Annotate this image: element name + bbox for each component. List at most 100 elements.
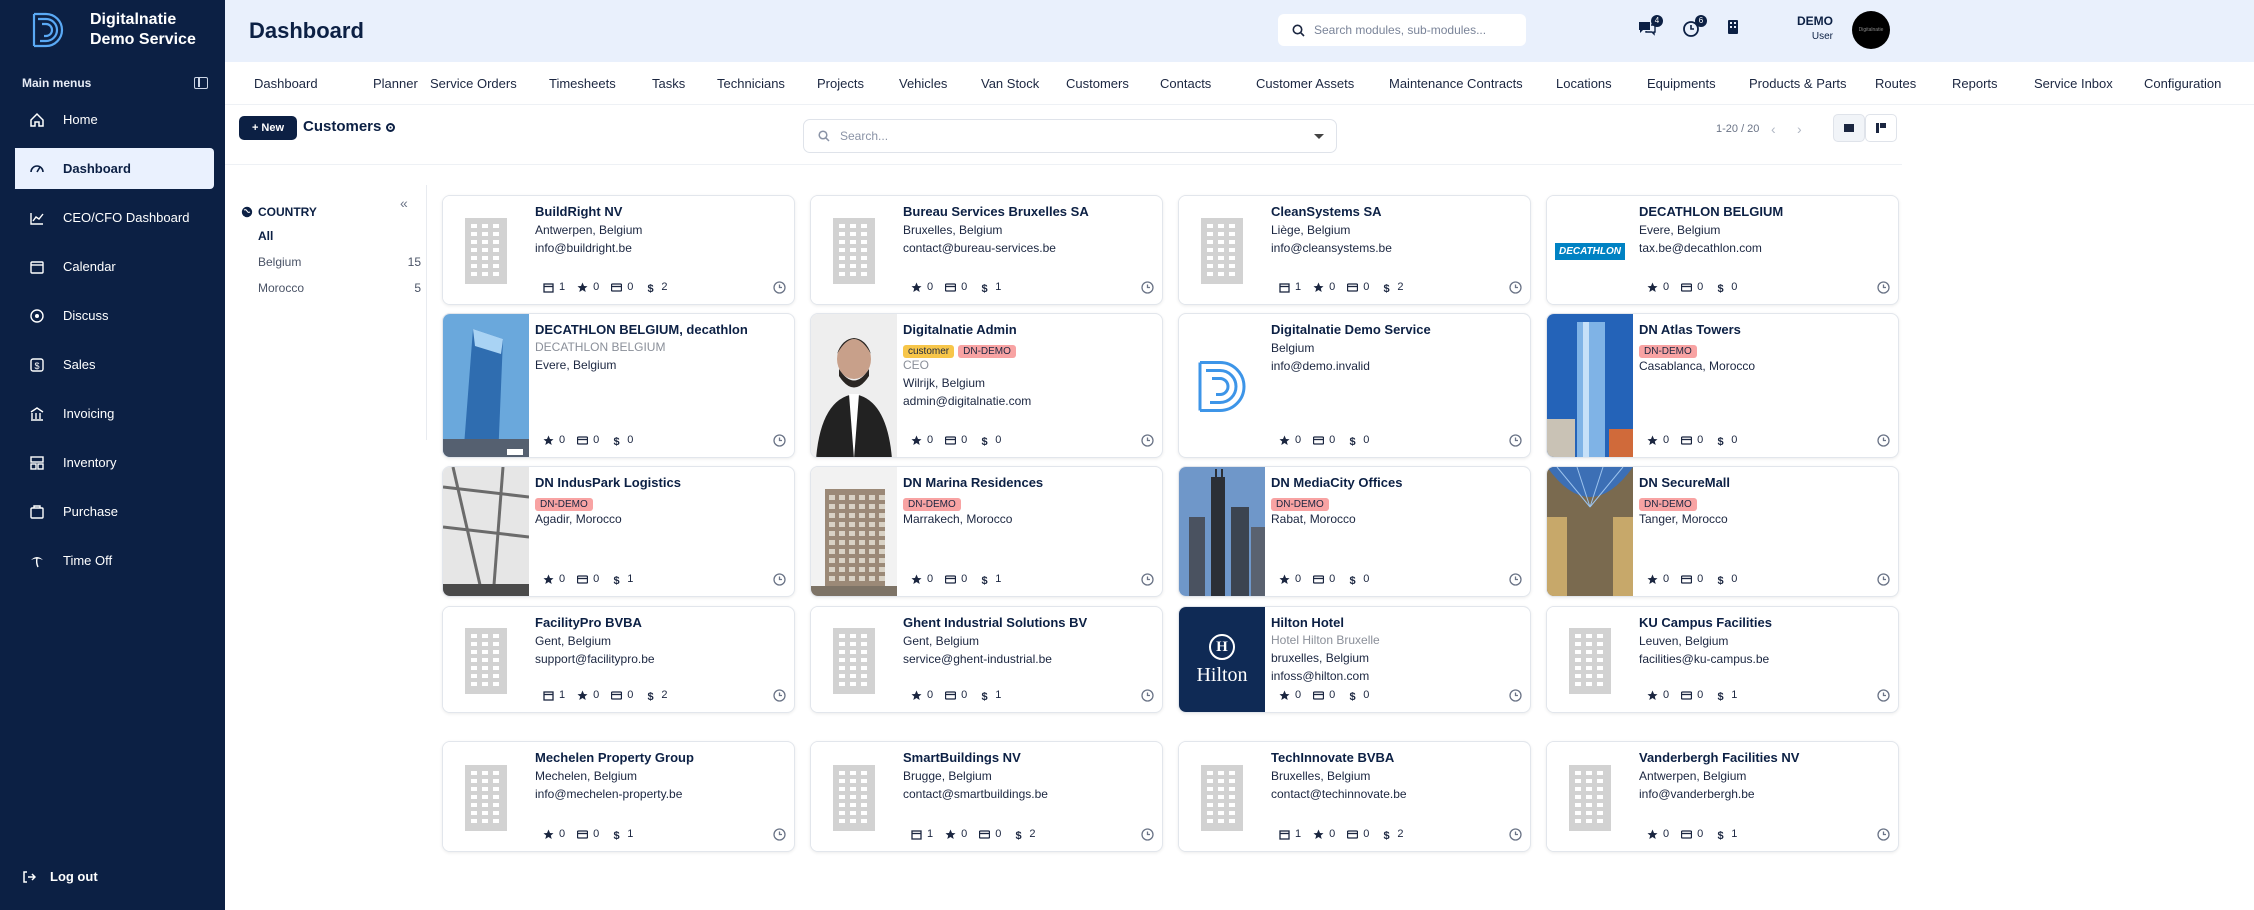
activity-clock-icon[interactable]	[773, 689, 786, 702]
menu-item-service-inbox[interactable]: Service Inbox	[2034, 76, 2113, 91]
sidebar-item-calendar[interactable]: Calendar	[11, 246, 214, 287]
activity-clock-icon[interactable]	[1509, 281, 1522, 294]
menu-item-contacts[interactable]: Contacts	[1160, 76, 1211, 91]
activity-clock-icon[interactable]	[1141, 573, 1154, 586]
list-view-button[interactable]	[1865, 114, 1897, 142]
pager-prev-icon[interactable]: ‹	[1771, 121, 1776, 137]
activity-clock-icon[interactable]	[1877, 434, 1890, 447]
pager-next-icon[interactable]: ›	[1797, 121, 1802, 137]
sidebar-item-purchase[interactable]: Purchase	[11, 491, 214, 532]
sidebar-item-ceo-cfo-dashboard[interactable]: CEO/CFO Dashboard	[11, 197, 214, 238]
activity-button[interactable]: 6	[1681, 15, 1707, 40]
customer-card[interactable]: DECATHLON DECATHLON BELGIUM Evere, Belgium…	[1546, 195, 1899, 305]
company-button[interactable]	[1725, 18, 1747, 40]
menu-item-technicians[interactable]: Technicians	[717, 76, 785, 91]
menu-item-projects[interactable]: Projects	[817, 76, 864, 91]
menu-item-service-orders[interactable]: Service Orders	[430, 76, 517, 91]
sidebar-item-sales[interactable]: $ Sales	[11, 344, 214, 385]
stat-dollar: $1	[979, 281, 1002, 293]
stat-value: 0	[1363, 573, 1370, 585]
customer-card[interactable]: Digitalnatie Admin customer DN-DEMO CEO Wilr…	[810, 313, 1163, 458]
user-menu[interactable]: DEMO User	[1797, 14, 1833, 44]
menu-item-products-parts[interactable]: Products & Parts	[1749, 76, 1847, 91]
sidebar-item-discuss[interactable]: Discuss	[11, 295, 214, 336]
activity-clock-icon[interactable]	[1877, 828, 1890, 841]
activity-clock-icon[interactable]	[1509, 573, 1522, 586]
customer-card[interactable]: TechInnovate BVBA Bruxelles, Belgium conta…	[1178, 741, 1531, 852]
menu-item-equipments[interactable]: Equipments	[1647, 76, 1716, 91]
messages-button[interactable]: 4	[1637, 15, 1663, 40]
activity-clock-icon[interactable]	[773, 281, 786, 294]
customer-card[interactable]: DN IndusPark Logistics DN-DEMO Agadir, Mor…	[442, 466, 795, 597]
menu-item-maintenance-contracts[interactable]: Maintenance Contracts	[1389, 76, 1523, 91]
customer-card[interactable]: DN Atlas Towers DN-DEMO Casablanca, Morocc…	[1546, 313, 1899, 458]
activity-clock-icon[interactable]	[1509, 828, 1522, 841]
stat-value: 0	[593, 281, 600, 293]
customer-card[interactable]: DN MediaCity Offices DN-DEMO Rabat, Morocc…	[1178, 466, 1531, 597]
global-search-input[interactable]: Search modules, sub-modules...	[1278, 14, 1526, 46]
activity-clock-icon[interactable]	[1509, 434, 1522, 447]
menu-item-routes[interactable]: Routes	[1875, 76, 1916, 91]
customer-card[interactable]: FacilityPro BVBA Gent, Belgium support@fac…	[442, 606, 795, 713]
customer-card[interactable]: KU Campus Facilities Leuven, Belgium facil…	[1546, 606, 1899, 713]
search-input[interactable]: Search...	[803, 119, 1337, 153]
menu-item-reports[interactable]: Reports	[1952, 76, 1998, 91]
sidebar-item-inventory[interactable]: Inventory	[11, 442, 214, 483]
activity-clock-icon[interactable]	[1141, 828, 1154, 841]
filter-morocco[interactable]: Morocco 5	[241, 281, 421, 307]
menu-item-configuration[interactable]: Configuration	[2144, 76, 2221, 91]
menu-item-locations[interactable]: Locations	[1556, 76, 1612, 91]
activity-clock-icon[interactable]	[1509, 689, 1522, 702]
activity-clock-icon[interactable]	[773, 828, 786, 841]
sidebar-item-home[interactable]: Home	[11, 99, 214, 140]
customer-card[interactable]: Ghent Industrial Solutions BV Gent, Belgi…	[810, 606, 1163, 713]
tag-badge: DN-DEMO	[1271, 498, 1329, 511]
activity-clock-icon[interactable]	[1877, 689, 1890, 702]
collapse-filter-icon[interactable]: «	[400, 195, 408, 211]
sidebar-item-label: Purchase	[63, 504, 118, 519]
menu-item-timesheets[interactable]: Timesheets	[549, 76, 616, 91]
customer-card[interactable]: DECATHLON BELGIUM, decathlon DECATHLON BE…	[442, 313, 795, 458]
logout-button[interactable]: Log out	[22, 869, 98, 884]
customer-card[interactable]: H Hilton Hilton Hotel Hotel Hilton Bruxelle…	[1178, 606, 1531, 713]
new-button[interactable]: + New	[239, 116, 297, 140]
menu-item-tasks[interactable]: Tasks	[652, 76, 685, 91]
menu-item-customer-assets[interactable]: Customer Assets	[1256, 76, 1354, 91]
menu-item-customers[interactable]: Customers	[1066, 76, 1129, 91]
sidebar-item-dashboard[interactable]: Dashboard	[11, 148, 214, 189]
pager-value[interactable]: 1-20 / 20	[1716, 123, 1759, 135]
customer-card[interactable]: CleanSystems SA Liège, Belgium info@cleans…	[1178, 195, 1531, 305]
menu-item-dashboard[interactable]: Dashboard	[254, 76, 318, 91]
sidebar-item-time-off[interactable]: Time Off	[11, 540, 214, 581]
activity-clock-icon[interactable]	[1877, 573, 1890, 586]
customer-card[interactable]: Mechelen Property Group Mechelen, Belgium…	[442, 741, 795, 852]
menu-item-vehicles[interactable]: Vehicles	[899, 76, 947, 91]
brand[interactable]: Digitalnatie Demo Service	[26, 8, 196, 52]
avatar[interactable]: Digitalnatie	[1852, 11, 1890, 49]
menu-item-van-stock[interactable]: Van Stock	[981, 76, 1039, 91]
activity-clock-icon[interactable]	[1877, 281, 1890, 294]
activity-clock-icon[interactable]	[773, 573, 786, 586]
customer-card[interactable]: SmartBuildings NV Brugge, Belgium contact@…	[810, 741, 1163, 852]
activity-clock-icon[interactable]	[773, 434, 786, 447]
customer-card[interactable]: Digitalnatie Demo Service Belgium info@dem…	[1178, 313, 1531, 458]
stat-dollar: $1	[611, 573, 634, 585]
kanban-view-button[interactable]	[1833, 114, 1865, 142]
customer-card[interactable]: BuildRight NV Antwerpen, Belgium info@buil…	[442, 195, 795, 305]
gear-icon[interactable]	[385, 122, 396, 133]
activity-clock-icon[interactable]	[1141, 689, 1154, 702]
menu-item-planner[interactable]: Planner	[373, 76, 418, 91]
sidebar-toggle-icon[interactable]	[194, 77, 208, 89]
dollar-icon: $	[1718, 830, 1724, 840]
customer-card[interactable]: Bureau Services Bruxelles SA Bruxelles, B…	[810, 195, 1163, 305]
activity-clock-icon[interactable]	[1141, 434, 1154, 447]
search-options-caret-icon[interactable]	[1314, 134, 1324, 139]
stat-dollar: $0	[1347, 434, 1370, 446]
customer-card[interactable]: DN Marina Residences DN-DEMO Marrakech, Mo…	[810, 466, 1163, 597]
sidebar-item-invoicing[interactable]: Invoicing	[11, 393, 214, 434]
filter-belgium[interactable]: Belgium 15	[241, 255, 421, 281]
customer-card[interactable]: DN SecureMall DN-DEMO Tanger, Morocco 0 0 $0	[1546, 466, 1899, 597]
activity-clock-icon[interactable]	[1141, 281, 1154, 294]
filter-all[interactable]: All	[241, 229, 421, 255]
customer-card[interactable]: Vanderbergh Facilities NV Antwerpen, Belg…	[1546, 741, 1899, 852]
